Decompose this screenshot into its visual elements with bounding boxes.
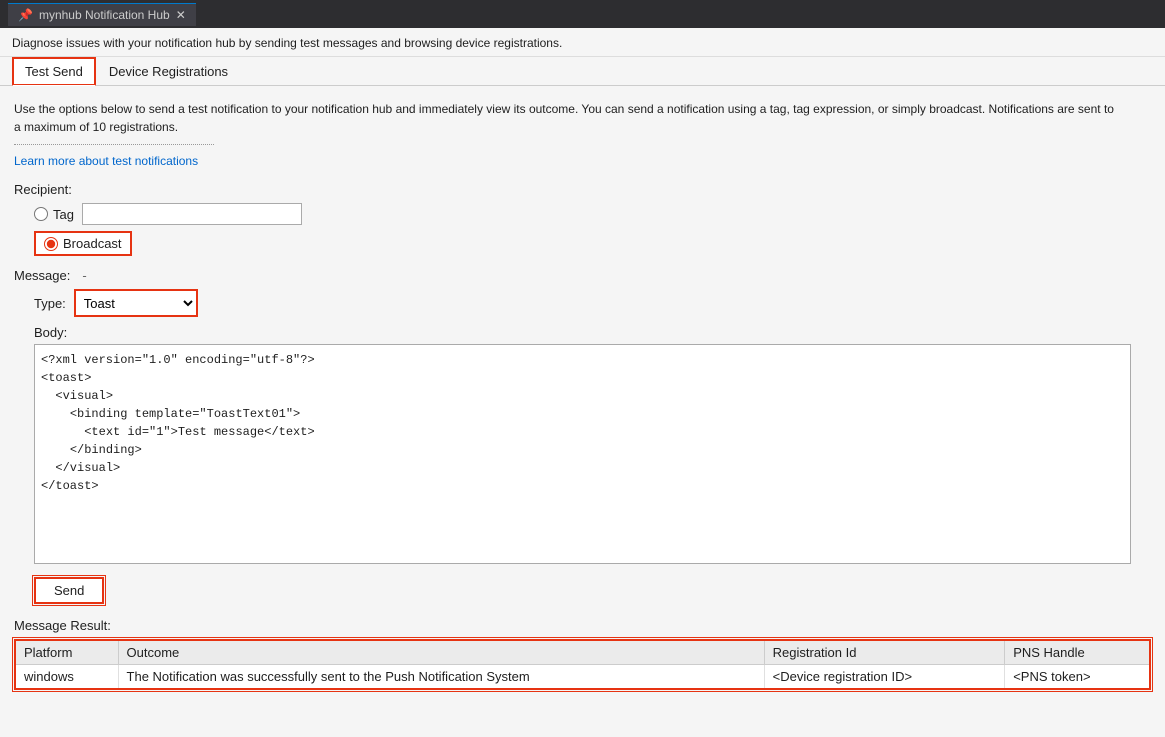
type-row: Type: Toast Tile Badge Raw [14, 289, 1151, 317]
learn-more-link[interactable]: Learn more about test notifications [14, 154, 198, 168]
tag-input[interactable] [82, 203, 302, 225]
body-label: Body: [14, 325, 1151, 340]
subtitle-bar: Diagnose issues with your notification h… [0, 28, 1165, 57]
tab-title: mynhub Notification Hub [39, 8, 170, 22]
cell-outcome: The Notification was successfully sent t… [118, 665, 764, 689]
broadcast-radio-wrapper: Broadcast [34, 231, 132, 256]
result-label: Message Result: [14, 618, 1151, 633]
message-header-row: Message: - [14, 268, 1151, 283]
type-label: Type: [34, 296, 66, 311]
type-select-wrapper: Toast Tile Badge Raw [74, 289, 198, 317]
tag-radio-label[interactable]: Tag [34, 207, 74, 222]
cell-pns-handle: <PNS token> [1005, 665, 1149, 689]
info-text: Use the options below to send a test not… [14, 100, 1114, 136]
tab-test-send[interactable]: Test Send [12, 57, 96, 86]
pin-icon: 📌 [18, 8, 33, 22]
tag-option-label: Tag [53, 207, 74, 222]
result-table-wrapper: Platform Outcome Registration Id PNS Han… [14, 639, 1151, 690]
close-icon[interactable]: ✕ [176, 8, 186, 22]
cell-registration-id: <Device registration ID> [764, 665, 1005, 689]
tag-row: Tag [14, 203, 1151, 225]
content-area: Use the options below to send a test not… [0, 86, 1165, 704]
message-section: Message: - Type: Toast Tile Badge Raw Bo… [14, 268, 1151, 567]
tabs-row: Test Send Device Registrations [0, 57, 1165, 86]
subtitle-text: Diagnose issues with your notification h… [12, 36, 562, 50]
col-platform: Platform [16, 641, 118, 665]
broadcast-radio-label[interactable]: Broadcast [44, 236, 122, 251]
col-pns-handle: PNS Handle [1005, 641, 1149, 665]
broadcast-row: Broadcast [14, 231, 1151, 256]
main-container: Diagnose issues with your notification h… [0, 28, 1165, 737]
recipient-label: Recipient: [14, 182, 1151, 197]
result-table: Platform Outcome Registration Id PNS Han… [16, 641, 1149, 688]
send-btn-row: Send [14, 577, 1151, 604]
table-header-row: Platform Outcome Registration Id PNS Han… [16, 641, 1149, 665]
result-section: Message Result: Platform Outcome Registr… [14, 618, 1151, 690]
cell-platform: windows [16, 665, 118, 689]
table-row: windows The Notification was successfull… [16, 665, 1149, 689]
col-registration-id: Registration Id [764, 641, 1005, 665]
info-description: Use the options below to send a test not… [14, 102, 1114, 134]
broadcast-radio[interactable] [44, 237, 58, 251]
tag-radio[interactable] [34, 207, 48, 221]
type-select[interactable]: Toast Tile Badge Raw [76, 291, 196, 315]
send-button[interactable]: Send [34, 577, 104, 604]
title-bar: 📌 mynhub Notification Hub ✕ [0, 0, 1165, 28]
title-bar-tab[interactable]: 📌 mynhub Notification Hub ✕ [8, 3, 196, 26]
tab-device-registrations[interactable]: Device Registrations [96, 57, 241, 86]
message-dash: - [82, 268, 86, 283]
broadcast-option-label: Broadcast [63, 236, 122, 251]
body-textarea[interactable]: <?xml version="1.0" encoding="utf-8"?> <… [34, 344, 1131, 564]
col-outcome: Outcome [118, 641, 764, 665]
dotted-divider [14, 144, 214, 145]
message-label: Message: [14, 268, 70, 283]
recipient-section: Recipient: Tag Broadcast [14, 182, 1151, 256]
